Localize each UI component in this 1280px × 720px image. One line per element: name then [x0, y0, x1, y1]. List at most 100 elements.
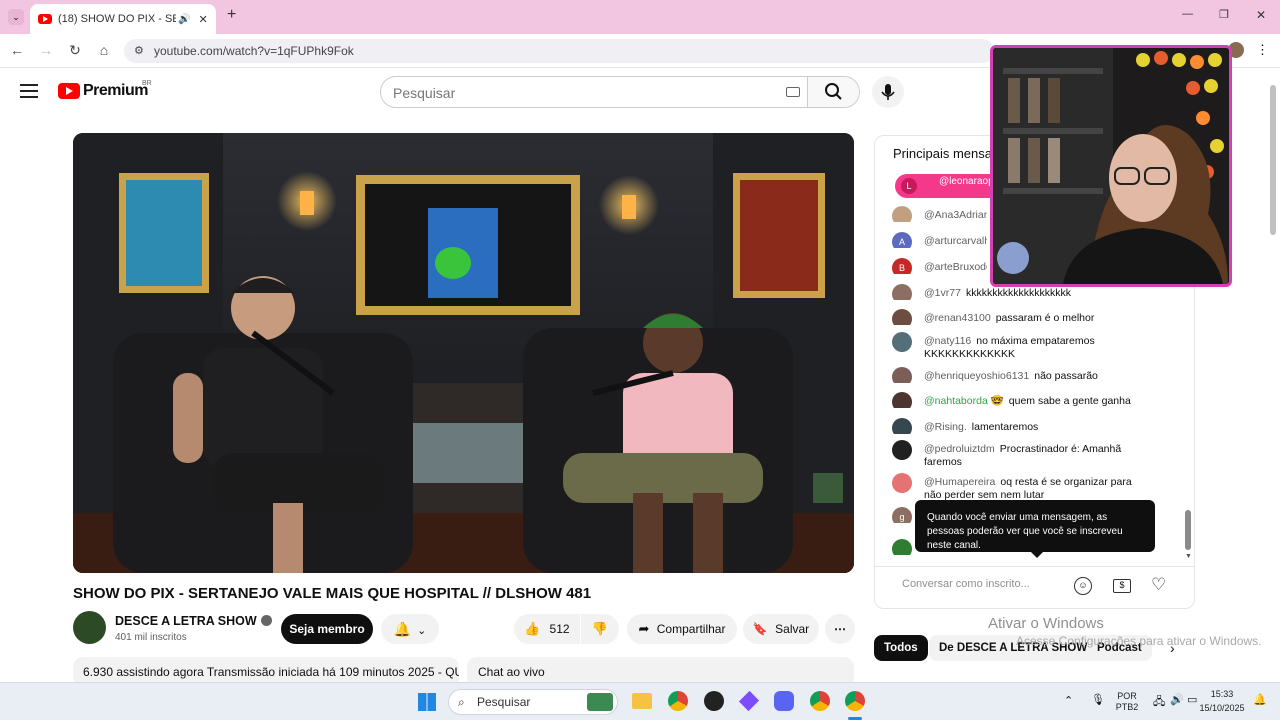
chat-message-body: @Ana3Adrian [924, 206, 987, 222]
app-icon-2[interactable] [704, 691, 724, 711]
discord-icon[interactable] [774, 691, 794, 711]
channel-avatar[interactable] [73, 611, 106, 644]
tab-list-chevron-icon[interactable]: ⌄ [8, 9, 24, 25]
app-icon-3[interactable] [738, 690, 760, 712]
windows-start-icon[interactable] [418, 693, 436, 711]
network-icon[interactable]: 🖧 [1153, 693, 1165, 712]
chat-avatar[interactable] [892, 206, 912, 222]
voice-search-button[interactable] [872, 76, 904, 108]
youtube-logo-icon[interactable] [58, 83, 80, 99]
address-bar[interactable]: ⚙ youtube.com/watch?v=1qFUPhk9Fok [124, 39, 994, 63]
chat-avatar[interactable] [892, 332, 912, 352]
back-arrow-icon[interactable]: ← [8, 42, 26, 58]
filter-chip-all[interactable]: Todos [874, 635, 928, 661]
browser-menu-icon[interactable]: ⋮ [1256, 42, 1269, 58]
browser-tab-youtube[interactable]: (18) SHOW DO PIX - SERTANEJO 🔊 ✕ [30, 4, 216, 34]
channel-name-text[interactable]: DESCE A LETRA SHOW [115, 614, 257, 628]
chat-username[interactable]: @naty116 [924, 335, 971, 347]
chat-avatar[interactable] [892, 440, 912, 460]
save-button[interactable]: 🔖 Salvar [743, 614, 819, 644]
chat-message[interactable]: @nahtaborda 🤓 quem sabe a gente ganha [892, 392, 1132, 408]
dislike-button[interactable]: 👎 [581, 614, 619, 644]
url-text: youtube.com/watch?v=1qFUPhk9Fok [154, 44, 354, 58]
chat-message[interactable]: @henriqueyoshio6131 não passarão [892, 367, 1132, 383]
volume-icon[interactable]: 🔊 [1170, 693, 1184, 706]
forward-arrow-icon[interactable]: → [37, 42, 55, 58]
chat-mode-dropdown[interactable]: Principais mensa [893, 146, 992, 161]
chat-avatar[interactable] [892, 473, 912, 493]
reload-icon[interactable]: ↻ [66, 42, 84, 59]
subscriber-count: 401 mil inscritos [115, 632, 187, 643]
tab-close-icon[interactable]: ✕ [198, 13, 207, 26]
chat-message[interactable]: B @arteBruxodo [892, 258, 987, 274]
search-box[interactable]: Pesquisar [380, 76, 860, 108]
chat-avatar[interactable]: g [892, 507, 912, 523]
chat-message[interactable]: @Humapereira oq resta é se organizar para… [892, 473, 1132, 502]
view-stats: 6.930 assistindo agora Transmissão inici… [83, 665, 459, 679]
video-player[interactable] [73, 133, 854, 573]
chrome-icon-3[interactable] [845, 691, 865, 711]
clock[interactable]: 15:33 15/10/2025 [1192, 689, 1252, 714]
notification-bell-icon[interactable]: 🔔 [1253, 693, 1267, 706]
chat-username[interactable]: @henriqueyoshio6131 [924, 370, 1029, 382]
chat-scroll-down-icon[interactable]: ▼ [1185, 553, 1192, 560]
chrome-icon[interactable] [668, 691, 688, 711]
like-button[interactable]: 👍 512 [514, 614, 580, 644]
chat-avatar[interactable]: A [892, 232, 912, 248]
search-button[interactable] [807, 77, 859, 107]
chat-message[interactable]: A @arturcarvalh [892, 232, 987, 248]
tray-chevron-icon[interactable]: ⌃ [1064, 694, 1073, 707]
share-button[interactable]: ➦ Compartilhar [627, 614, 737, 644]
language-indicator[interactable]: POR PTB2 [1113, 691, 1141, 713]
chat-username[interactable]: @Rising. [924, 421, 967, 433]
chat-avatar[interactable] [892, 539, 912, 555]
minimize-button[interactable]: — [1182, 8, 1193, 20]
site-settings-icon[interactable]: ⚙ [134, 39, 144, 63]
channel-name[interactable]: DESCE A LETRA SHOW [115, 614, 272, 628]
chat-message[interactable]: @Rising. lamentaremos [892, 418, 1132, 434]
chat-username[interactable]: @pedroluiztdm [924, 443, 995, 455]
chat-avatar[interactable] [892, 367, 912, 383]
heart-icon[interactable]: ♡ [1151, 575, 1166, 595]
maximize-button[interactable]: ❐ [1219, 8, 1229, 21]
speaker-icon[interactable]: 🔊 [178, 14, 190, 25]
chat-avatar[interactable] [892, 284, 912, 300]
join-member-button[interactable]: Seja membro [281, 614, 373, 644]
chat-avatar[interactable]: B [892, 258, 912, 274]
chat-message[interactable]: @pedroluiztdm Procrastinador é: Amanhã fa… [892, 440, 1132, 469]
logo-region: BR [142, 80, 152, 87]
chat-username[interactable]: @arteBruxodo [924, 261, 987, 273]
file-explorer-icon[interactable] [632, 693, 652, 709]
chat-message[interactable]: @renan43100 passaram é o melhor [892, 309, 1132, 325]
chat-username[interactable]: @renan43100 [924, 312, 991, 324]
chat-avatar[interactable] [892, 309, 912, 325]
emoji-icon[interactable]: ☺ [1074, 577, 1092, 595]
chat-username[interactable]: @arturcarvalh [924, 235, 987, 247]
tray-mic-icon[interactable]: 🎙 [1091, 693, 1105, 706]
chat-scrollbar[interactable] [1185, 510, 1191, 550]
close-window-button[interactable]: ✕ [1256, 8, 1266, 22]
super-chat-icon[interactable]: $ [1113, 579, 1131, 593]
chat-avatar[interactable] [892, 392, 912, 408]
home-icon[interactable]: ⌂ [95, 42, 113, 58]
chat-username[interactable]: @Humapereira [924, 476, 995, 488]
chat-message[interactable]: @Ana3Adrian [892, 206, 987, 222]
chat-username[interactable]: @1vr77 [924, 287, 961, 299]
chevron-down-icon: ⌄ [417, 625, 427, 637]
page-scrollbar[interactable] [1270, 85, 1276, 235]
search-input[interactable]: Pesquisar [393, 85, 455, 101]
notifications-button[interactable]: 🔔 ⌄ [381, 614, 439, 644]
chat-avatar[interactable] [892, 418, 912, 434]
chat-message[interactable]: @naty116 no máxima empataremos KKKKKKKKKK… [892, 332, 1132, 361]
more-actions-button[interactable]: ⋯ [825, 614, 855, 644]
new-tab-button[interactable]: + [227, 6, 236, 24]
keyboard-icon[interactable] [786, 87, 800, 97]
chat-message-input[interactable]: Conversar como inscrito... [902, 578, 1062, 590]
chrome-icon-2[interactable] [810, 691, 830, 711]
chat-username[interactable]: @nahtaborda 🤓 [924, 395, 1004, 407]
chat-username[interactable]: @Ana3Adrian [924, 209, 987, 221]
hamburger-menu-icon[interactable] [20, 84, 38, 98]
chat-text: lamentaremos [971, 421, 1039, 433]
taskbar-search[interactable]: ⌕ Pesquisar [448, 689, 618, 715]
youtube-logo-text[interactable]: Premium [83, 82, 148, 100]
